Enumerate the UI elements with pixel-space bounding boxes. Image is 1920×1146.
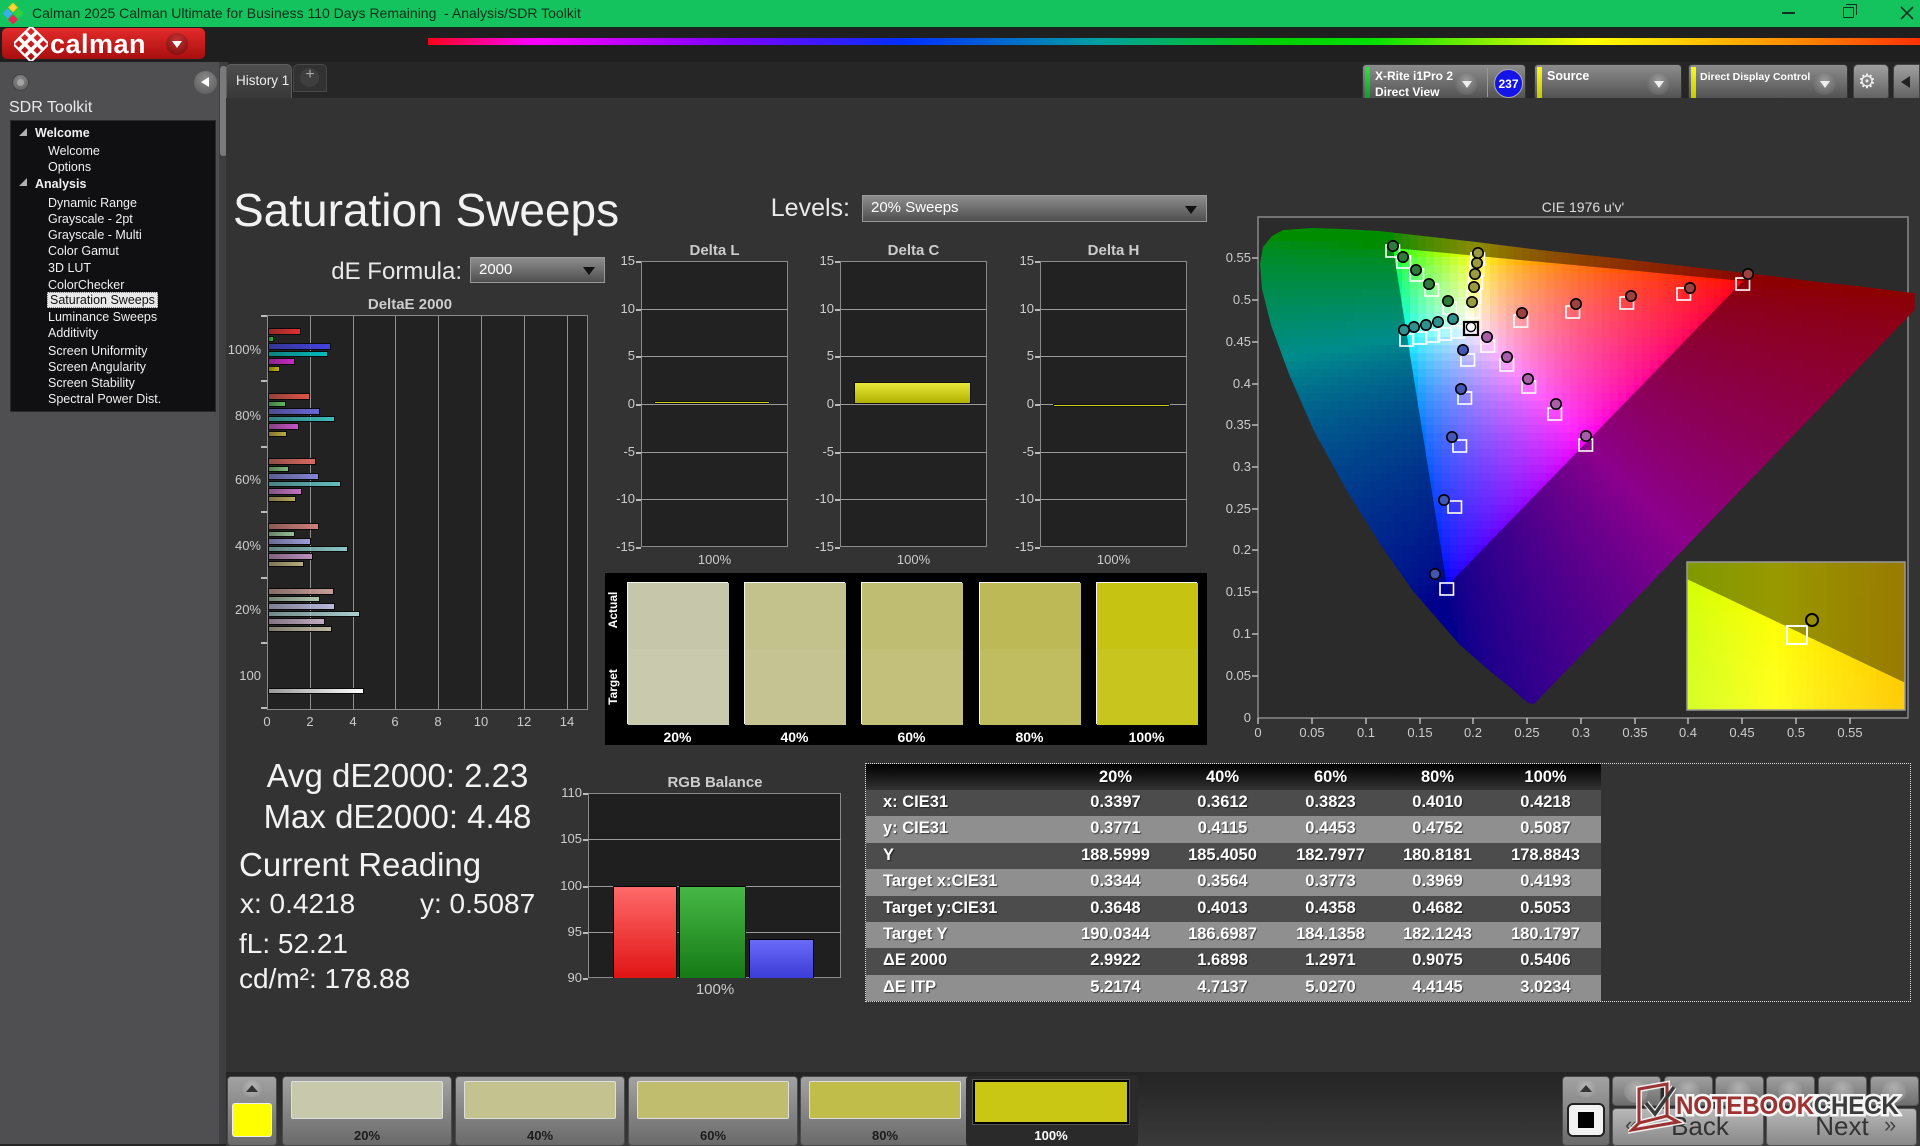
svg-text:0.45: 0.45	[1729, 725, 1754, 740]
svg-text:0.1: 0.1	[1233, 626, 1251, 641]
svg-text:0.35: 0.35	[1622, 725, 1647, 740]
svg-text:0.15: 0.15	[1407, 725, 1432, 740]
svg-text:0.45: 0.45	[1226, 334, 1251, 349]
svg-text:0.2: 0.2	[1464, 725, 1482, 740]
svg-text:0.05: 0.05	[1299, 725, 1324, 740]
svg-text:0: 0	[1244, 710, 1251, 725]
svg-text:0.3: 0.3	[1572, 725, 1590, 740]
svg-text:0.25: 0.25	[1226, 501, 1251, 516]
svg-text:0.05: 0.05	[1226, 668, 1251, 683]
svg-text:0.4: 0.4	[1679, 725, 1697, 740]
svg-text:0: 0	[1254, 725, 1261, 740]
svg-text:0.25: 0.25	[1514, 725, 1539, 740]
svg-text:0.2: 0.2	[1233, 542, 1251, 557]
svg-text:0.5: 0.5	[1787, 725, 1805, 740]
svg-text:0.1: 0.1	[1357, 725, 1375, 740]
svg-text:0.55: 0.55	[1226, 250, 1251, 265]
svg-text:0.15: 0.15	[1226, 584, 1251, 599]
svg-text:0.35: 0.35	[1226, 417, 1251, 432]
svg-text:0.55: 0.55	[1837, 725, 1862, 740]
svg-text:0.4: 0.4	[1233, 376, 1251, 391]
svg-text:CIE 1976 u'v': CIE 1976 u'v'	[1542, 199, 1624, 215]
svg-text:0.5: 0.5	[1233, 292, 1251, 307]
svg-text:0.3: 0.3	[1233, 459, 1251, 474]
